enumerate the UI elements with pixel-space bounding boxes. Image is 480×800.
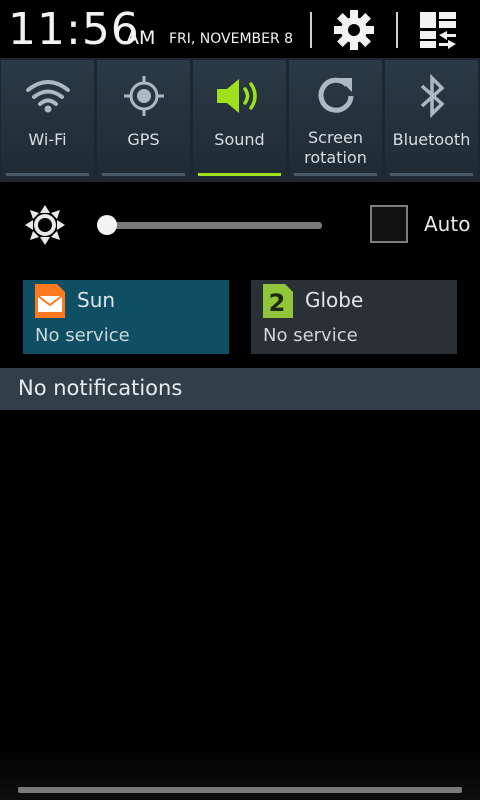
- toggle-gps[interactable]: GPS: [97, 60, 190, 180]
- sim-card-sun[interactable]: Sun No service: [23, 280, 229, 354]
- gear-icon: [334, 10, 374, 50]
- toggle-label: Wi-Fi: [28, 130, 67, 149]
- toggle-label: Screen rotation: [289, 128, 382, 168]
- toggle-bluetooth[interactable]: Bluetooth: [385, 60, 478, 180]
- clock-ampm: AM: [126, 27, 156, 49]
- header-divider: [310, 12, 312, 48]
- toggle-indicator: [390, 173, 473, 176]
- status-bar: 11:56 AM FRI, NOVEMBER 8: [0, 0, 480, 58]
- notifications-header: No notifications: [0, 368, 480, 410]
- notifications-header-label: No notifications: [18, 376, 183, 400]
- sim-name: Globe: [305, 288, 364, 312]
- auto-brightness-label: Auto: [424, 212, 471, 236]
- quick-settings-toggles: Wi-Fi GPS Sound Screen rotation Bluetoot…: [0, 58, 480, 182]
- sim-name: Sun: [77, 288, 116, 312]
- toggle-label-line1: Screen: [307, 128, 363, 147]
- header-divider: [396, 12, 398, 48]
- sim-2-icon: 2: [263, 284, 293, 318]
- toggle-indicator: [6, 173, 89, 176]
- svg-text:2: 2: [269, 289, 286, 317]
- clock-time: 11:56: [8, 4, 140, 55]
- date-label: FRI, NOVEMBER 8: [169, 31, 294, 47]
- toggle-sound[interactable]: Sound: [193, 60, 286, 180]
- bluetooth-icon: [420, 74, 445, 118]
- toggle-indicator: [294, 173, 377, 176]
- sim-status: No service: [263, 325, 358, 346]
- wifi-icon: [25, 80, 70, 113]
- brightness-icon: [25, 205, 65, 245]
- brightness-slider-thumb[interactable]: [97, 215, 117, 235]
- brightness-row: Auto: [0, 190, 480, 260]
- panel-drag-handle[interactable]: [18, 787, 462, 793]
- toggle-label: GPS: [127, 130, 160, 149]
- brightness-slider-track[interactable]: [104, 222, 322, 229]
- settings-button[interactable]: [330, 8, 378, 52]
- sim-mail-icon: [35, 284, 65, 318]
- sim-status: No service: [35, 325, 130, 346]
- sim-card-globe[interactable]: 2 Globe No service: [251, 280, 457, 354]
- toggle-indicator: [198, 173, 281, 176]
- rotation-icon: [318, 77, 353, 113]
- toggle-screen-rotation[interactable]: Screen rotation: [289, 60, 382, 180]
- auto-brightness-checkbox[interactable]: [370, 205, 408, 243]
- toggle-label: Bluetooth: [392, 130, 471, 149]
- edit-toggles-button[interactable]: [414, 8, 462, 52]
- toggle-wifi[interactable]: Wi-Fi: [1, 60, 94, 180]
- toggle-label-line2: rotation: [304, 148, 367, 167]
- toggle-label: Sound: [214, 130, 265, 149]
- gps-icon: [123, 76, 164, 116]
- toggle-indicator: [102, 173, 185, 176]
- grid-arrows-icon: [420, 12, 456, 49]
- sound-icon: [216, 79, 257, 113]
